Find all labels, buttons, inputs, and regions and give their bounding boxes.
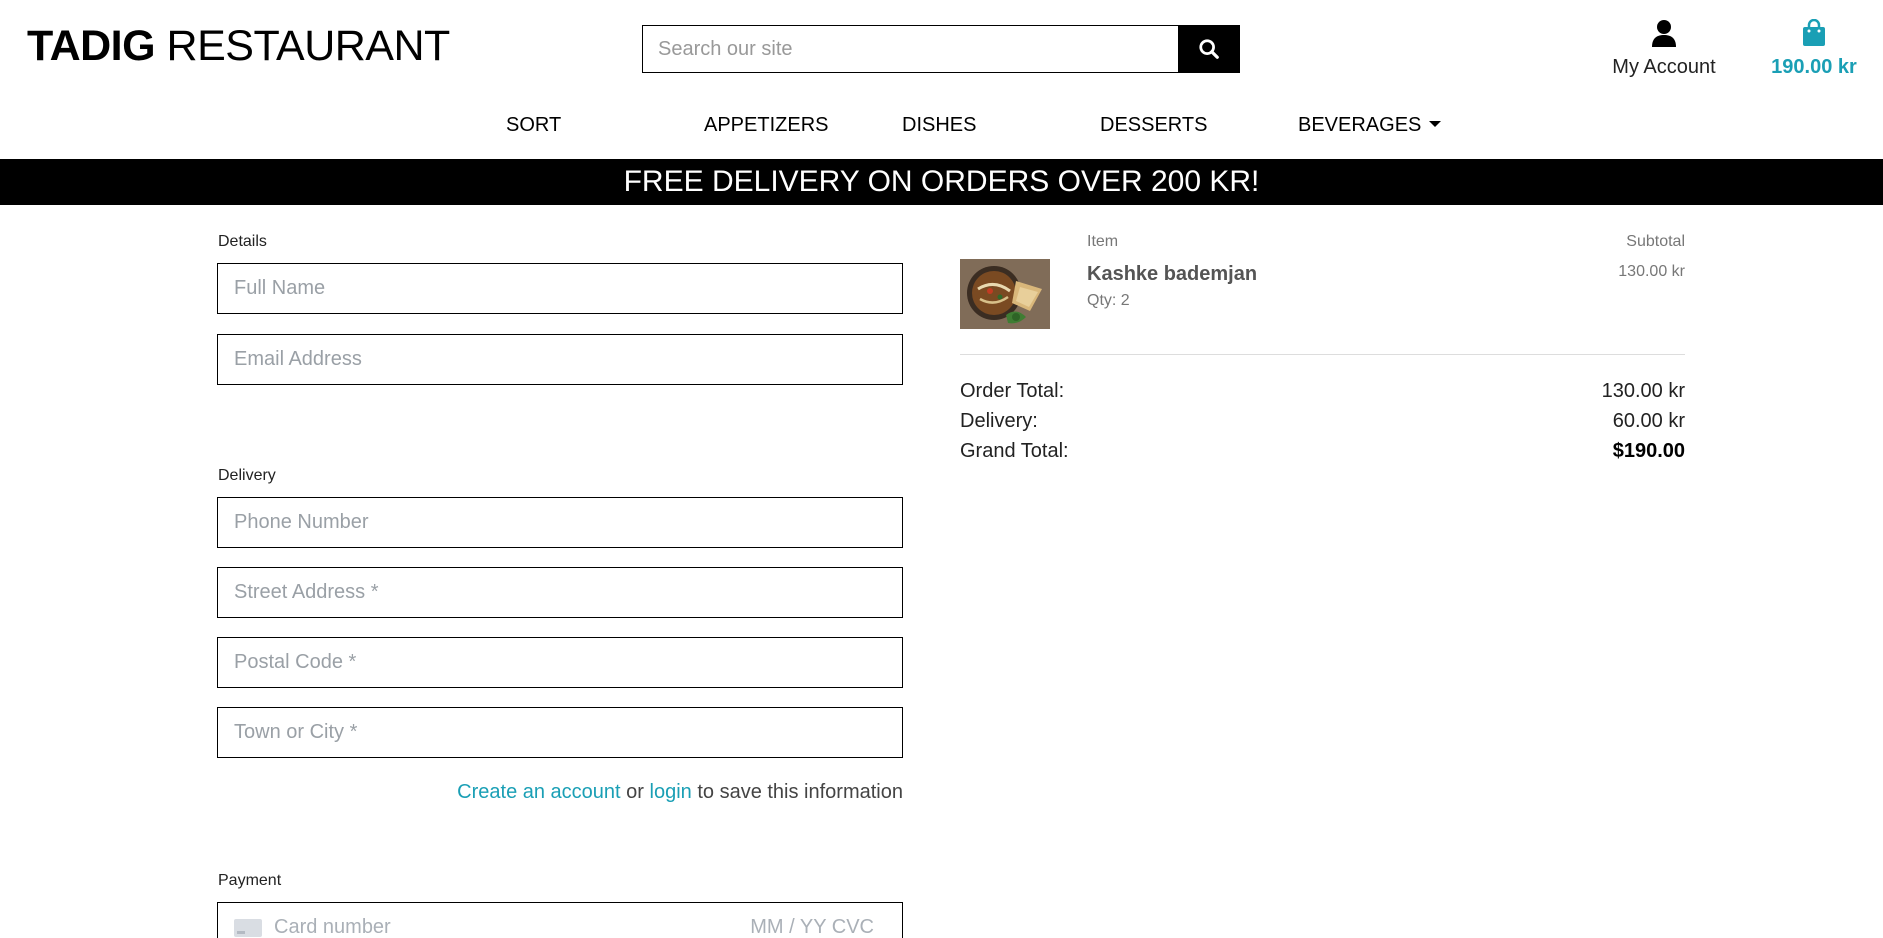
item-quantity: Qty: 2	[1087, 292, 1130, 309]
full-name-field	[217, 263, 903, 314]
grand-total-value: $190.00	[1612, 440, 1685, 462]
cart-total: 190.00 kr	[1771, 56, 1857, 78]
item-column-header: Item	[1087, 233, 1119, 250]
postal-code-input[interactable]	[218, 638, 902, 687]
or-text: or	[620, 781, 650, 803]
create-account-link[interactable]: Create an account	[457, 781, 620, 803]
save-info-text: Create an account or login to save this …	[217, 781, 903, 804]
card-number-field[interactable]: Card number MM / YY CVC	[217, 902, 903, 938]
town-city-field	[217, 707, 903, 758]
nav-item-dishes[interactable]: DISHES	[902, 114, 976, 137]
save-suffix-text: to save this information	[691, 781, 903, 803]
email-input[interactable]	[218, 335, 902, 384]
nav-item-desserts[interactable]: DESSERTS	[1100, 114, 1207, 137]
credit-card-icon	[234, 918, 262, 937]
email-field	[217, 334, 903, 385]
logo-light-text: RESTAURANT	[166, 22, 451, 70]
street-address-field	[217, 567, 903, 618]
grand-total-row: Grand Total: $190.00	[960, 440, 1685, 463]
cart-link[interactable]: 190.00 kr	[1766, 18, 1862, 79]
my-account-label: My Account	[1612, 56, 1716, 78]
phone-field	[217, 497, 903, 548]
nav-item-appetizers[interactable]: APPETIZERS	[704, 114, 828, 137]
full-name-input[interactable]	[218, 264, 902, 313]
search-button[interactable]	[1178, 26, 1239, 72]
promo-banner: FREE DELIVERY ON ORDERS OVER 200 KR!	[0, 159, 1883, 205]
postal-code-field	[217, 637, 903, 688]
site-header: TADIG RESTAURANT My Account 190.00 kr	[0, 0, 1883, 98]
delivery-cost-label: Delivery:	[960, 410, 1038, 432]
logo-bold-text: TADIG	[27, 22, 156, 70]
search-input[interactable]	[643, 26, 1178, 72]
site-logo[interactable]: TADIG RESTAURANT	[27, 22, 450, 71]
item-thumbnail	[960, 259, 1050, 329]
town-city-input[interactable]	[218, 708, 902, 757]
shopping-bag-icon	[1803, 18, 1825, 46]
subtotal-column-header: Subtotal	[1626, 233, 1685, 250]
payment-label: Payment	[218, 872, 282, 889]
nav-item-beverages-label: BEVERAGES	[1298, 114, 1422, 136]
user-icon	[1652, 20, 1676, 47]
delivery-cost-value: 60.00 kr	[1612, 410, 1685, 432]
item-name: Kashke bademjan	[1087, 263, 1258, 285]
card-number-placeholder: Card number	[274, 916, 391, 938]
chevron-down-icon	[1429, 121, 1442, 127]
order-total-label: Order Total:	[960, 380, 1065, 402]
delivery-label: Delivery	[218, 467, 276, 484]
order-total-value: 130.00 kr	[1601, 380, 1685, 402]
search-icon	[1198, 39, 1219, 59]
nav-item-sort[interactable]: SORT	[506, 114, 561, 137]
main-nav: SORT APPETIZERS DISHES DESSERTS BEVERAGE…	[0, 98, 1883, 159]
my-account-link[interactable]: My Account	[1608, 19, 1720, 79]
card-expiry-cvc-placeholder: MM / YY CVC	[750, 916, 874, 938]
details-label: Details	[218, 233, 267, 250]
login-link[interactable]: login	[650, 781, 692, 803]
phone-input[interactable]	[218, 498, 902, 547]
item-subtotal: 130.00 kr	[1618, 263, 1685, 280]
nav-item-beverages[interactable]: BEVERAGES	[1298, 114, 1442, 137]
delivery-row: Delivery: 60.00 kr	[960, 410, 1685, 433]
street-address-input[interactable]	[218, 568, 902, 617]
grand-total-label: Grand Total:	[960, 440, 1069, 462]
order-total-row: Order Total: 130.00 kr	[960, 380, 1685, 403]
summary-divider	[960, 354, 1685, 355]
search-form	[642, 25, 1240, 73]
